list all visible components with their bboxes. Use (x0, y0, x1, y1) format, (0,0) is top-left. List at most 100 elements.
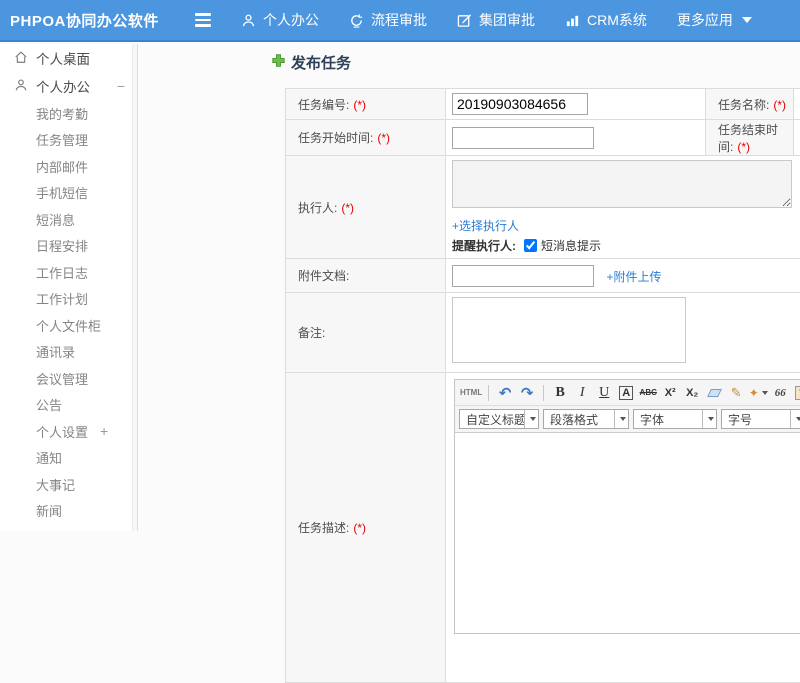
field-label: 备注: (298, 326, 325, 340)
task-name-label-cell: 任务名称:(*) (706, 89, 794, 120)
custom-heading-select[interactable]: 自定义标题 (459, 409, 539, 429)
required-mark: (*) (353, 98, 366, 112)
superscript-button[interactable]: X² (660, 383, 680, 403)
caret-down-icon (530, 417, 536, 421)
italic-button[interactable]: I (572, 383, 592, 403)
caret-down-icon (620, 417, 626, 421)
sidebar-item-meeting-management[interactable]: 会议管理 (0, 365, 137, 392)
end-time-value-cell (794, 120, 800, 156)
remove-format-button[interactable] (704, 383, 724, 403)
sidebar-item-personal-settings[interactable]: 个人设置 + (0, 418, 137, 445)
select-value: 字体 (634, 411, 702, 428)
end-time-label-cell: 任务结束时间:(*) (706, 120, 794, 156)
sms-remind-checkbox[interactable] (524, 239, 537, 252)
sidebar-item-label: 公告 (36, 395, 62, 414)
font-format-button[interactable]: A (619, 386, 633, 400)
plus-icon (272, 54, 285, 72)
sidebar-item-schedule[interactable]: 日程安排 (0, 233, 137, 260)
nav-more-apps[interactable]: 更多应用 (677, 10, 752, 30)
start-time-input[interactable] (452, 127, 594, 149)
sidebar-item-label: 我的考勤 (36, 104, 88, 123)
table-row: 执行人:(*) +选择执行人 提醒执行人: 短消息提示 (286, 156, 800, 259)
nav-personal-office[interactable]: 个人办公 (241, 10, 319, 30)
required-mark: (*) (737, 140, 750, 154)
nav-crm-system[interactable]: CRM系统 (565, 10, 647, 30)
caret-down-icon (762, 391, 768, 395)
nav-group-approval[interactable]: 集团审批 (457, 10, 535, 30)
sidebar-item-label: 短消息 (36, 210, 75, 229)
app-logo[interactable]: PHPOA协同办公软件 (10, 10, 185, 31)
top-navigation-bar: PHPOA协同办公软件 个人办公 流程审批 集团审批 (0, 0, 800, 42)
font-family-select[interactable]: 字体 (633, 409, 717, 429)
strikethrough-button[interactable]: ABC (638, 383, 658, 403)
sidebar-item-internal-mail[interactable]: 内部邮件 (0, 153, 137, 180)
menu-toggle-button[interactable] (195, 13, 215, 27)
process-icon (349, 13, 364, 28)
collapse-icon[interactable]: − (117, 78, 125, 94)
nav-label: 集团审批 (479, 10, 535, 30)
table-row: 附件文档: +附件上传 (286, 259, 800, 293)
format-brush-button[interactable]: ✎ (726, 383, 746, 403)
paste-plain-button[interactable]: T (792, 383, 800, 403)
sidebar-item-announcement[interactable]: 公告 (0, 392, 137, 419)
sidebar: 个人桌面 个人办公 − 我的考勤 任务管理 内部邮件 手机短信 短消息 日程安排… (0, 44, 138, 531)
expand-icon[interactable]: + (100, 423, 108, 439)
sidebar-item-my-attendance[interactable]: 我的考勤 (0, 100, 137, 127)
sidebar-item-work-log[interactable]: 工作日志 (0, 259, 137, 286)
sidebar-item-label: 通讯录 (36, 342, 75, 361)
sidebar-item-news[interactable]: 新闻 (0, 498, 137, 525)
task-number-label-cell: 任务编号: (*) (286, 89, 446, 120)
subscript-button[interactable]: X₂ (682, 383, 702, 403)
sidebar-item-label: 个人桌面 (36, 48, 90, 68)
sidebar-item-vote-survey[interactable]: 投票调查 (0, 524, 137, 531)
top-nav: 个人办公 流程审批 集团审批 CRM系统 更多应用 (241, 10, 752, 30)
attachment-label-cell: 附件文档: (286, 259, 446, 293)
executor-textarea[interactable] (452, 160, 792, 208)
sidebar-item-personal-file-cabinet[interactable]: 个人文件柜 (0, 312, 137, 339)
eraser-icon (707, 389, 722, 397)
sidebar-item-personal-office[interactable]: 个人办公 − (0, 72, 137, 100)
sidebar-item-notice[interactable]: 通知 (0, 445, 137, 472)
nav-label: 个人办公 (263, 10, 319, 30)
remind-label: 提醒执行人: (452, 237, 516, 254)
task-number-input[interactable] (452, 93, 588, 115)
sidebar-item-personal-desktop[interactable]: 个人桌面 (0, 44, 137, 72)
required-mark: (*) (341, 201, 354, 215)
sidebar-item-label: 内部邮件 (36, 157, 88, 176)
sidebar-item-mobile-sms[interactable]: 手机短信 (0, 180, 137, 207)
select-value: 自定义标题 (460, 411, 524, 428)
field-label: 任务编号: (298, 98, 349, 112)
field-label: 执行人: (298, 201, 337, 215)
undo-button[interactable]: ↶ (495, 383, 515, 403)
auto-typeset-button[interactable]: ✦ (748, 383, 768, 403)
redo-button[interactable]: ↷ (517, 383, 537, 403)
sidebar-item-contacts[interactable]: 通讯录 (0, 339, 137, 366)
table-row: 任务编号: (*) 任务名称:(*) (286, 89, 800, 120)
blockquote-button[interactable]: 66 (770, 383, 790, 403)
nav-label: 更多应用 (677, 10, 733, 30)
paste-icon: T (795, 386, 800, 400)
html-source-button[interactable]: HTML (460, 383, 482, 403)
editor-content-area[interactable] (455, 433, 800, 633)
sidebar-item-task-management[interactable]: 任务管理 (0, 127, 137, 154)
caret-down-icon (742, 17, 752, 23)
sidebar-menu: 个人桌面 个人办公 − 我的考勤 任务管理 内部邮件 手机短信 短消息 日程安排… (0, 44, 137, 531)
attachment-upload-link[interactable]: +附件上传 (606, 270, 661, 284)
remark-textarea[interactable] (452, 297, 686, 363)
nav-workflow-approval[interactable]: 流程审批 (349, 10, 427, 30)
field-label: 附件文档: (298, 269, 349, 283)
select-executor-link[interactable]: +选择执行人 (452, 217, 800, 234)
sidebar-item-short-message[interactable]: 短消息 (0, 206, 137, 233)
sidebar-item-label: 工作日志 (36, 263, 88, 282)
sidebar-item-work-plan[interactable]: 工作计划 (0, 286, 137, 313)
underline-button[interactable]: U (594, 383, 614, 403)
task-number-value-cell (446, 89, 706, 120)
paragraph-format-select[interactable]: 段落格式 (543, 409, 629, 429)
task-name-value-cell (794, 89, 800, 120)
select-value: 字号 (722, 411, 790, 428)
start-time-label-cell: 任务开始时间:(*) (286, 120, 446, 156)
font-size-select[interactable]: 字号 (721, 409, 800, 429)
sidebar-item-memorabilia[interactable]: 大事记 (0, 471, 137, 498)
attachment-input[interactable] (452, 265, 594, 287)
bold-button[interactable]: B (550, 383, 570, 403)
